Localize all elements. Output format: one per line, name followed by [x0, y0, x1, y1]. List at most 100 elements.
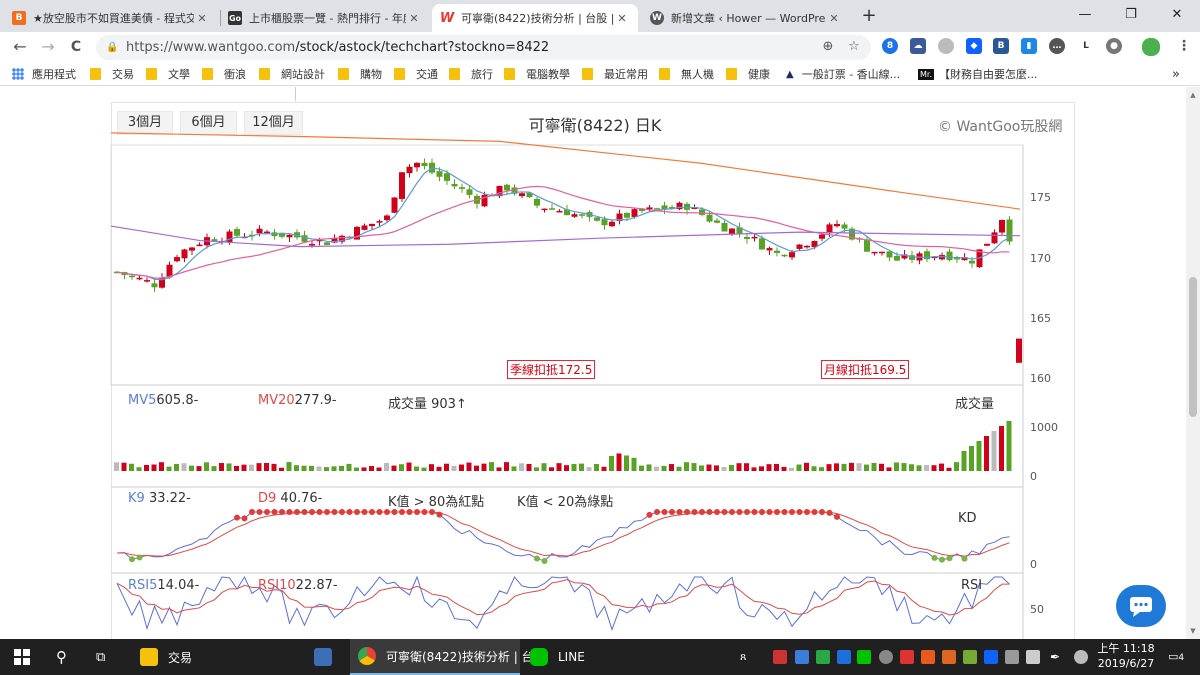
cloud-icon[interactable]: ☁ — [910, 38, 926, 54]
close-icon[interactable]: ✕ — [406, 12, 422, 25]
bookmark-item[interactable]: 旅行 — [449, 66, 493, 82]
scroll-down-icon[interactable]: ▼ — [1189, 627, 1197, 635]
volume-icon[interactable] — [1005, 650, 1019, 664]
tab-3-active[interactable]: W 可寧衛(8422)技術分析 | 台股 | 玩 ✕ — [432, 4, 638, 32]
y-tick: 165 — [1030, 312, 1051, 325]
tab-4[interactable]: W 新增文章 ‹ Hower — WordPress ✕ — [642, 4, 850, 32]
triangle-icon: ▲ — [786, 68, 794, 80]
apps-icon — [12, 68, 24, 80]
bookmark-item[interactable]: 交通 — [394, 66, 438, 82]
bookmarks-more[interactable]: » — [1172, 66, 1180, 82]
bookmark-extension-icon[interactable]: ▮ — [1021, 38, 1037, 54]
menu-icon[interactable]: ⋮ — [1176, 38, 1192, 54]
bookmark-star-icon[interactable]: ☆ — [844, 35, 864, 60]
folder-icon — [582, 68, 593, 80]
close-window-button[interactable]: ✕ — [1154, 0, 1200, 32]
minimize-button[interactable]: — — [1062, 0, 1108, 32]
tray-icon[interactable] — [942, 650, 956, 664]
chat-button[interactable] — [1116, 585, 1166, 627]
folder-icon — [259, 68, 270, 80]
bookmark-item[interactable]: ▲ 一般訂票 - 香山線... — [786, 66, 900, 82]
tray-icon[interactable] — [816, 650, 830, 664]
network-icon[interactable] — [1026, 650, 1040, 664]
reload-button[interactable]: C — [64, 35, 88, 59]
folder-icon — [504, 68, 515, 80]
task-view-icon[interactable]: ⧉ — [96, 639, 105, 675]
b-extension-icon[interactable]: B — [993, 38, 1009, 54]
close-icon[interactable]: ✕ — [194, 12, 210, 25]
tray-icon[interactable] — [879, 650, 893, 664]
dropbox-icon[interactable] — [984, 650, 998, 664]
chat-extension-icon[interactable]: … — [1049, 38, 1065, 54]
bookmark-item[interactable]: 最近常用 — [582, 66, 648, 82]
start-button[interactable] — [14, 639, 30, 675]
address-bar[interactable]: 🔒 https://www.wantgoo.com/stock/astock/t… — [96, 35, 871, 60]
kd-title: KD — [958, 511, 977, 526]
bookmark-item[interactable]: Mr. 【財務自由要怎麼... — [918, 66, 1038, 82]
tray-icon[interactable] — [773, 650, 787, 664]
quarterly-marker: 季線扣抵172.5 — [507, 360, 596, 379]
tray-icon[interactable] — [900, 650, 914, 664]
tab-2[interactable]: Go 上市櫃股票一覽 - 熱門排行 - 年度 ✕ — [220, 4, 430, 32]
mv5-label: MV5605.8- — [128, 393, 199, 408]
search-icon[interactable]: ⚲ — [56, 639, 67, 675]
close-icon[interactable]: ✕ — [614, 12, 630, 25]
taskbar-app[interactable] — [314, 639, 342, 675]
volume-current: 成交量 903↑ — [388, 397, 467, 412]
scroll-thumb[interactable] — [1189, 277, 1197, 417]
folder-icon — [726, 68, 737, 80]
back-button[interactable]: ← — [8, 35, 32, 59]
close-icon[interactable]: ✕ — [826, 12, 842, 25]
tray-icon[interactable] — [795, 650, 809, 664]
plus-icon[interactable]: + — [858, 6, 880, 28]
bookmark-item[interactable]: 衝浪 — [202, 66, 246, 82]
rsi-title: RSI — [961, 578, 983, 593]
lock-icon: 🔒 — [106, 42, 119, 53]
ime-icon[interactable] — [1074, 650, 1088, 664]
tray-icon[interactable] — [921, 650, 935, 664]
browser-toolbar: ← → C 🔒 https://www.wantgoo.com/stock/as… — [0, 32, 1200, 62]
bookmark-item[interactable]: 健康 — [726, 66, 770, 82]
bookmark-apps[interactable]: 應用程式 — [12, 66, 76, 82]
tray-icon[interactable] — [963, 650, 977, 664]
y-tick: 0 — [1030, 470, 1037, 483]
blogger-icon: B — [12, 11, 26, 25]
tab-1[interactable]: B ★放空股市不如買進美債 - 程式交 ✕ — [4, 4, 218, 32]
y-tick: 170 — [1030, 252, 1051, 265]
extension-icon[interactable]: 8 — [882, 38, 898, 54]
forward-button[interactable]: → — [36, 35, 60, 59]
notification-icon[interactable]: ▭4 — [1168, 650, 1190, 664]
bookmark-item[interactable]: 文學 — [146, 66, 190, 82]
l-extension-icon[interactable]: L — [1078, 38, 1094, 54]
bookmark-item[interactable]: 網站設計 — [259, 66, 325, 82]
taskbar-app-chrome[interactable]: 可寧衛(8422)技術分析 | 台... — [350, 639, 545, 675]
taskbar-app-folder[interactable]: 交易 — [140, 639, 192, 675]
chrome-icon — [358, 647, 376, 665]
rsi10-label: RSI1022.87- — [258, 578, 338, 593]
people-icon[interactable]: ጸ — [740, 650, 754, 664]
page-content: 3個月 6個月 12個月 可寧衛(8422) 日K © WantGoo玩股網 1… — [0, 87, 1186, 639]
bookmark-item[interactable]: 無人機 — [659, 66, 714, 82]
extension-icon[interactable] — [938, 38, 954, 54]
pen-icon[interactable]: ✒ — [1050, 650, 1064, 664]
bookmark-item[interactable]: 交易 — [90, 66, 134, 82]
scroll-up-icon[interactable]: ▲ — [1189, 91, 1197, 99]
folder-icon — [338, 68, 349, 80]
chat-bubble-icon — [1130, 597, 1152, 617]
line-tray-icon[interactable] — [857, 650, 871, 664]
bookmark-item[interactable]: 電腦教學 — [504, 66, 570, 82]
bluetooth-icon[interactable] — [837, 650, 851, 664]
taskbar-app-line[interactable]: LINE — [530, 639, 585, 675]
avatar[interactable] — [1142, 38, 1160, 56]
y-tick: 50 — [1030, 603, 1044, 616]
dropbox-icon[interactable]: ◆ — [966, 38, 982, 54]
line-icon — [530, 648, 548, 666]
restore-button[interactable]: ❐ — [1108, 0, 1154, 32]
page-scrollbar[interactable]: ▲ ▼ — [1186, 87, 1200, 639]
zoom-icon[interactable]: ⊕ — [818, 35, 838, 60]
d9-label: D9 40.76- — [258, 491, 323, 506]
volume-title: 成交量 — [955, 397, 995, 412]
record-extension-icon[interactable]: ● — [1106, 38, 1122, 54]
bookmark-item[interactable]: 購物 — [338, 66, 382, 82]
taskbar-clock[interactable]: 上午 11:18 2019/6/27 — [1096, 641, 1156, 671]
